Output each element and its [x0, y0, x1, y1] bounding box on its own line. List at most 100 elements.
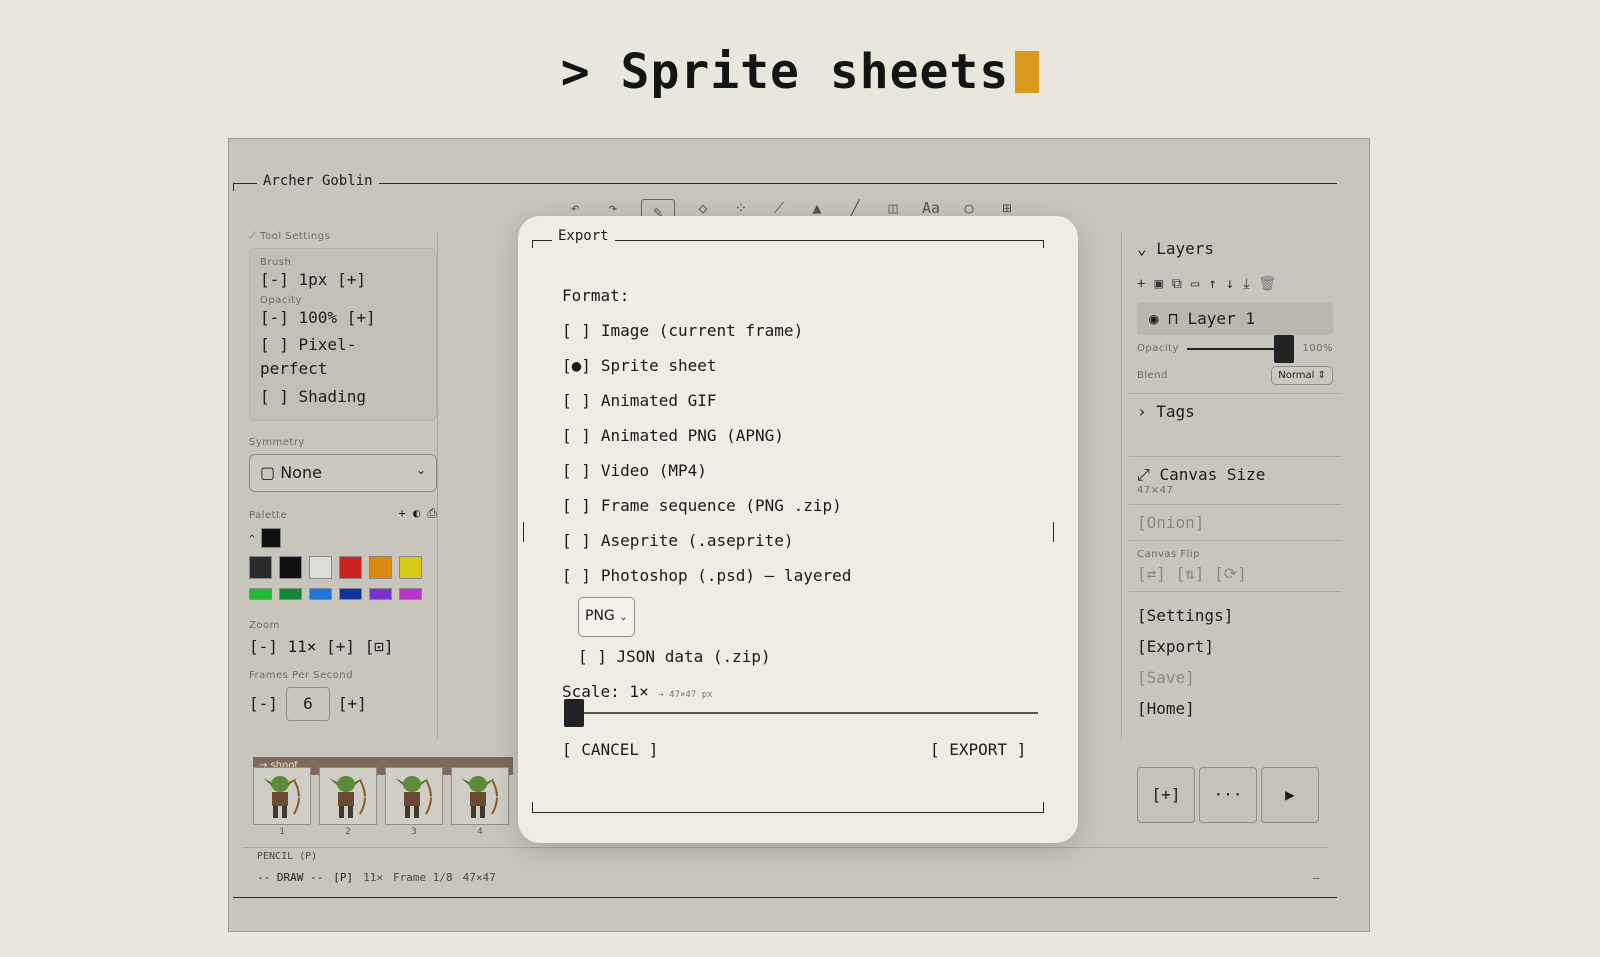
- merge-icon[interactable]: ⤓: [1243, 276, 1249, 292]
- frame-thumbnail[interactable]: [451, 767, 509, 825]
- format-option-checkbox[interactable]: [●]: [562, 356, 591, 375]
- canvas-size-value: 47×47: [1137, 485, 1174, 496]
- tags-title: Tags: [1156, 402, 1195, 421]
- palette-row-1: [249, 555, 437, 583]
- add-layer-icon[interactable]: +: [1137, 276, 1145, 292]
- palette-color-swatch[interactable]: [399, 587, 422, 600]
- format-option-label: Frame sequence (PNG .zip): [600, 496, 842, 515]
- frame-thumbnail[interactable]: [319, 767, 377, 825]
- status-frame: Frame 1/8: [392, 871, 453, 884]
- fps-input[interactable]: 6: [285, 686, 330, 721]
- swap-icon[interactable]: ^: [249, 534, 261, 545]
- unlock-icon[interactable]: ⊓: [1168, 309, 1187, 328]
- format-option-label: Animated PNG (APNG): [600, 426, 784, 445]
- format-option[interactable]: [ ] Animated PNG (APNG): [562, 418, 851, 453]
- palette-color-swatch[interactable]: [399, 555, 422, 579]
- canvas-size-header[interactable]: ⤢ Canvas Size: [1137, 465, 1333, 485]
- zoom-control[interactable]: [-] 11× [+] [⊡]: [249, 637, 437, 656]
- brush-size-control[interactable]: [-] 1px [+]: [260, 270, 426, 289]
- layer-opacity-label: Opacity: [1137, 343, 1179, 354]
- palette-color-swatch[interactable]: [369, 555, 392, 579]
- scale-slider[interactable]: [564, 699, 1038, 727]
- export-confirm-button[interactable]: [ EXPORT ]: [930, 740, 1026, 759]
- scale-slider-knob[interactable]: [564, 699, 584, 727]
- symmetry-select[interactable]: ▢ None ⌄: [249, 454, 437, 492]
- palette-color-swatch[interactable]: [249, 555, 272, 579]
- opacity-control[interactable]: [-] 100% [+]: [260, 308, 426, 327]
- frame-thumbnail[interactable]: [253, 767, 311, 825]
- layer-opacity-slider[interactable]: [1186, 334, 1295, 363]
- trash-icon[interactable]: 🗑: [1258, 276, 1276, 292]
- window-frame-corner: [233, 183, 234, 191]
- format-option[interactable]: [ ] Animated GIF: [562, 383, 851, 418]
- fps-label: Frames Per Second: [249, 669, 353, 681]
- scale-hint: → 47×47 px: [658, 690, 713, 700]
- current-color-swatch[interactable]: [261, 527, 282, 548]
- add-frame-button[interactable]: [+]: [1137, 767, 1195, 823]
- layer-row[interactable]: ◉ ⊓ Layer 1: [1137, 302, 1333, 335]
- format-option-checkbox[interactable]: [ ]: [562, 531, 591, 550]
- layers-header[interactable]: ⌄ Layers: [1137, 239, 1333, 258]
- format-option[interactable]: [ ] Frame sequence (PNG .zip): [562, 488, 851, 523]
- image-icon[interactable]: ▣: [1154, 276, 1162, 292]
- fps-increase-button[interactable]: [+]: [338, 694, 367, 713]
- duplicate-icon[interactable]: ⧉: [1172, 276, 1182, 292]
- palette-color-swatch[interactable]: [339, 587, 362, 600]
- goblin-archer-sprite: [395, 776, 432, 818]
- format-option-checkbox[interactable]: [ ]: [562, 496, 591, 515]
- layer-opacity-knob[interactable]: [1274, 334, 1295, 363]
- sheet-format-row: PNG ⌄: [578, 597, 851, 637]
- frame-number: 1: [279, 827, 285, 837]
- format-option-label: Sprite sheet: [600, 356, 717, 375]
- format-option-label: Image (current frame): [600, 321, 804, 340]
- export-button[interactable]: [Export]: [1137, 631, 1333, 662]
- format-option[interactable]: [●] Sprite sheet: [562, 348, 851, 383]
- palette-color-swatch[interactable]: [309, 555, 332, 579]
- palette-color-swatch[interactable]: [279, 555, 302, 579]
- json-data-checkbox[interactable]: [ ] JSON data (.zip): [578, 639, 851, 674]
- canvas-flip-buttons[interactable]: [⇄] [⇅] [⟳]: [1137, 564, 1333, 583]
- palette-color-swatch[interactable]: [249, 587, 272, 600]
- arrow-up-icon[interactable]: ↑: [1208, 276, 1216, 292]
- arrow-down-icon[interactable]: ↓: [1226, 276, 1234, 292]
- folder-icon[interactable]: ▭: [1191, 276, 1199, 292]
- contrast-icon[interactable]: ◐: [413, 506, 427, 520]
- onion-button[interactable]: [Onion]: [1129, 505, 1341, 541]
- shading-checkbox[interactable]: [ ] Shading: [260, 387, 426, 406]
- settings-button[interactable]: [Settings]: [1137, 600, 1333, 631]
- pixel-perfect-checkbox[interactable]: [ ] Pixel-perfect: [260, 333, 426, 381]
- format-option-checkbox[interactable]: [ ]: [562, 566, 591, 585]
- format-option[interactable]: [ ] Photoshop (.psd) — layered: [562, 558, 851, 593]
- palette-color-swatch[interactable]: [309, 587, 332, 600]
- add-icon[interactable]: +: [398, 506, 412, 520]
- more-button[interactable]: ···: [1199, 767, 1257, 823]
- palette-color-swatch[interactable]: [279, 587, 302, 600]
- format-option-checkbox[interactable]: [ ]: [562, 321, 591, 340]
- frame-thumbnail[interactable]: [385, 767, 443, 825]
- eye-icon[interactable]: ◉: [1149, 309, 1168, 328]
- format-options: Format: [ ] Image (current frame) [●] Sprit…: [562, 278, 851, 713]
- home-button[interactable]: [Home]: [1137, 693, 1333, 724]
- format-option[interactable]: [ ] Video (MP4): [562, 453, 851, 488]
- dialog-frame-corner-br: [1043, 802, 1044, 812]
- sheet-format-select[interactable]: PNG ⌄: [578, 597, 635, 637]
- import-icon[interactable]: ⎙: [427, 506, 437, 520]
- cancel-button[interactable]: [ CANCEL ]: [562, 740, 658, 759]
- fps-decrease-button[interactable]: [-]: [249, 694, 278, 713]
- palette-color-swatch[interactable]: [369, 587, 392, 600]
- palette-color-swatch[interactable]: [339, 555, 362, 579]
- blend-value: Normal: [1278, 370, 1315, 381]
- canvas-flip-label: Canvas Flip: [1137, 549, 1201, 560]
- tags-header[interactable]: › Tags: [1137, 402, 1333, 421]
- format-option-label: Video (MP4): [600, 461, 707, 480]
- play-button[interactable]: ▶: [1261, 767, 1319, 823]
- format-option-checkbox[interactable]: [ ]: [562, 391, 591, 410]
- blend-select[interactable]: Normal ⇕: [1271, 366, 1333, 385]
- status-size: 47×47: [462, 871, 496, 884]
- format-option-checkbox[interactable]: [ ]: [562, 461, 591, 480]
- format-option[interactable]: [ ] Aseprite (.aseprite): [562, 523, 851, 558]
- save-button[interactable]: [Save]: [1137, 662, 1333, 693]
- format-option[interactable]: [ ] Image (current frame): [562, 313, 851, 348]
- format-option-checkbox[interactable]: [ ]: [562, 426, 591, 445]
- layer-opacity-value: 100%: [1302, 343, 1333, 354]
